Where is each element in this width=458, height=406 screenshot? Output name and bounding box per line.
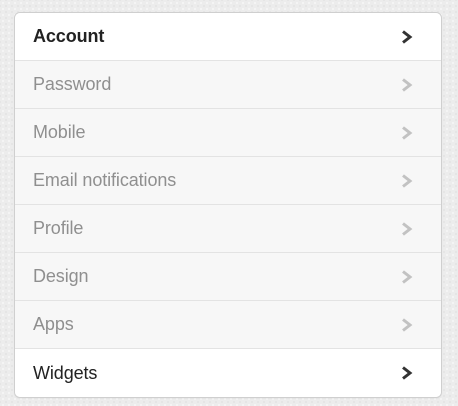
settings-menu: Account Password Mobile Email notificati… [14,12,442,398]
menu-item-label: Widgets [33,362,98,383]
menu-item-label: Account [33,26,105,46]
menu-item-label: Password [33,74,112,94]
menu-item-widgets[interactable]: Widgets [15,349,441,397]
chevron-right-icon [401,317,413,332]
chevron-right-icon [401,173,413,188]
menu-item-apps[interactable]: Apps [15,301,441,349]
menu-item-label: Mobile [33,122,86,142]
menu-item-email-notifications[interactable]: Email notifications [15,157,441,205]
chevron-right-icon [401,29,413,44]
chevron-right-icon [401,77,413,92]
menu-item-profile[interactable]: Profile [15,205,441,253]
menu-item-password[interactable]: Password [15,61,441,109]
chevron-right-icon [401,221,413,236]
chevron-right-icon [401,269,413,284]
menu-item-account[interactable]: Account [15,13,441,61]
menu-item-label: Apps [33,314,74,334]
menu-item-design[interactable]: Design [15,253,441,301]
menu-item-label: Profile [33,218,84,238]
menu-item-label: Email notifications [33,170,177,190]
menu-item-label: Design [33,266,89,286]
chevron-right-icon [401,366,413,380]
menu-item-mobile[interactable]: Mobile [15,109,441,157]
chevron-right-icon [401,125,413,140]
